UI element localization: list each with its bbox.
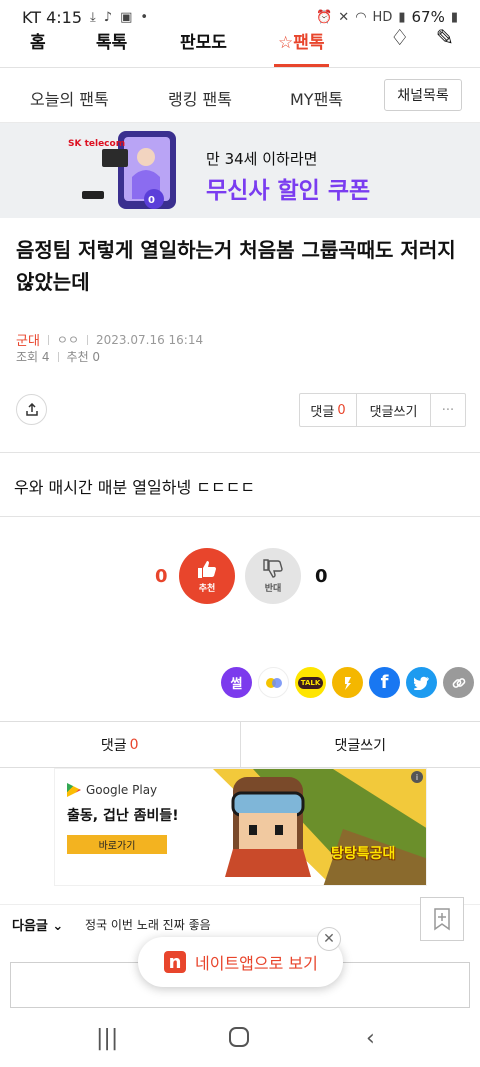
- bookmark-button[interactable]: [420, 897, 464, 941]
- sub-nav: 오늘의 팬톡 랭킹 팬톡 MY팬톡 채널목록: [0, 68, 480, 123]
- recent-apps-icon[interactable]: |||: [96, 1026, 118, 1051]
- tab-pantalk[interactable]: ☆팬톡: [274, 28, 329, 67]
- battery-level: 67%: [411, 8, 445, 26]
- ad-store-label: Google Play: [86, 783, 158, 797]
- comments-button[interactable]: 댓글 0: [300, 394, 357, 426]
- post-datetime: 2023.07.16 16:14: [96, 332, 204, 347]
- downvote-label: 반대: [264, 583, 282, 594]
- bell-icon[interactable]: ♢: [390, 28, 410, 51]
- mute-icon: ✕: [338, 9, 350, 25]
- comment-bar-label: 댓글: [100, 737, 127, 754]
- kakaostory-share-icon[interactable]: [332, 667, 363, 698]
- twitter-share-icon[interactable]: [406, 667, 437, 698]
- upvote-button[interactable]: 추천: [179, 548, 235, 604]
- bookmark-add-icon: [434, 908, 450, 931]
- status-carrier-time: KT 4:15: [22, 7, 83, 27]
- bubbles-share-icon[interactable]: [258, 667, 289, 698]
- thumbs-down-icon: [263, 558, 283, 578]
- chevron-down-icon: ⌄: [52, 919, 64, 934]
- download-icon: ⤓: [90, 9, 96, 25]
- google-play-icon: [67, 783, 81, 797]
- comment-action-group: 댓글 0 댓글쓰기 ···: [299, 393, 466, 427]
- ad-headline: 출동, 겁난 좀비들!: [67, 808, 179, 824]
- comments-label: 댓글: [310, 404, 335, 420]
- home-icon[interactable]: [228, 1026, 250, 1054]
- upvote-count: 0: [155, 566, 168, 587]
- ad-game-title: 탕탕특공대: [331, 846, 396, 862]
- dot-icon: •: [140, 9, 149, 25]
- facebook-share-icon[interactable]: f: [369, 667, 400, 698]
- alarm-icon: ⏰: [316, 9, 333, 25]
- nate-logo-icon: n: [164, 951, 186, 973]
- ad-game-art: [213, 769, 426, 885]
- write-icon[interactable]: ✎: [436, 28, 454, 51]
- kakaotalk-share-icon[interactable]: TALK: [295, 667, 326, 698]
- hd-icon: HD: [372, 9, 393, 25]
- tab-toktok[interactable]: 톡톡: [96, 28, 127, 53]
- write-comment-button[interactable]: 댓글쓰기: [357, 394, 431, 426]
- toast-message: 네이트앱으로 보기: [195, 954, 318, 973]
- share-icon: [25, 402, 38, 416]
- comment-bar: 댓글 0 댓글쓰기: [0, 721, 480, 768]
- toast-close-icon[interactable]: ✕: [317, 927, 341, 951]
- post-meta: 군대 ㅇㅇ 2023.07.16 16:14: [16, 330, 204, 350]
- subnav-ranking[interactable]: 랭킹 팬톡: [168, 86, 232, 110]
- sseol-share-icon[interactable]: 썰: [221, 667, 252, 698]
- ad-banner[interactable]: Google Play 출동, 겁난 좀비들! 바로가기 탕탕특공대 i: [54, 768, 427, 886]
- comments-count: 0: [337, 402, 346, 418]
- sns-share-row: 썰 TALK f: [221, 667, 474, 698]
- music-note-icon: ♪: [103, 9, 113, 25]
- svg-text:0: 0: [148, 195, 155, 206]
- next-post-title[interactable]: 정국 이번 노래 진짜 좋음: [85, 916, 211, 933]
- post-body: 우와 매시간 매분 열일하넹 ㄷㄷㄷㄷ: [14, 478, 256, 497]
- next-post-label: 다음글 ⌄: [12, 919, 64, 934]
- divider: [0, 516, 480, 517]
- meta-separator: [47, 334, 49, 345]
- downvote-count: 0: [315, 566, 328, 587]
- banner-line1: 만 34세 이하라면: [206, 150, 318, 168]
- more-button[interactable]: ···: [431, 394, 465, 426]
- post-recommends: 추천 0: [66, 350, 101, 364]
- tab-panmodo[interactable]: 판모도: [180, 28, 227, 53]
- post-stats: 조회 4 추천 0: [16, 348, 100, 365]
- comment-bar-count: 0: [129, 736, 139, 753]
- app-open-toast[interactable]: n 네이트앱으로 보기: [138, 937, 343, 987]
- promo-banner[interactable]: 0 SK telecom 만 34세 이하라면 무신사 할인 쿠폰: [0, 123, 480, 218]
- banner-line2: 무신사 할인 쿠폰: [206, 178, 371, 204]
- subnav-today[interactable]: 오늘의 팬톡: [30, 86, 109, 110]
- post-title: 음정팀 저렇게 열일하는거 처음봄 그룹곡때도 저러지 않았는데: [16, 238, 456, 294]
- tab-home[interactable]: 홈: [30, 28, 46, 53]
- channel-list-button[interactable]: 채널목록: [384, 79, 462, 111]
- google-play-badge: Google Play: [67, 783, 157, 797]
- image-icon: ▣: [120, 9, 133, 25]
- divider: [0, 452, 480, 453]
- post-views: 조회 4: [16, 350, 50, 364]
- share-button[interactable]: [16, 394, 47, 425]
- system-nav-bar: ||| ‹: [0, 1012, 480, 1067]
- wifi-icon: ◠: [355, 9, 367, 25]
- signal-icon: ▮: [398, 9, 406, 25]
- top-nav: 홈 톡톡 판모도 ☆팬톡 ♢ ✎: [0, 28, 480, 68]
- battery-icon: ▮: [450, 9, 458, 25]
- downvote-button[interactable]: 반대: [245, 548, 301, 604]
- post-author: ㅇㅇ: [56, 333, 80, 347]
- thumbs-up-icon: [198, 560, 216, 578]
- comment-bar-comments[interactable]: 댓글 0: [0, 722, 241, 767]
- ad-info-icon[interactable]: i: [411, 771, 423, 783]
- upvote-label: 추천: [198, 583, 216, 594]
- back-icon[interactable]: ‹: [366, 1026, 375, 1051]
- subnav-my[interactable]: MY팬톡: [290, 86, 343, 110]
- meta-separator: [87, 334, 89, 345]
- banner-brand: SK telecom: [68, 139, 126, 149]
- post-category[interactable]: 군대: [16, 330, 40, 349]
- link-copy-icon[interactable]: [443, 667, 474, 698]
- meta-separator: [57, 351, 59, 362]
- ad-cta-button[interactable]: 바로가기: [67, 835, 167, 854]
- comment-bar-write[interactable]: 댓글쓰기: [241, 722, 480, 767]
